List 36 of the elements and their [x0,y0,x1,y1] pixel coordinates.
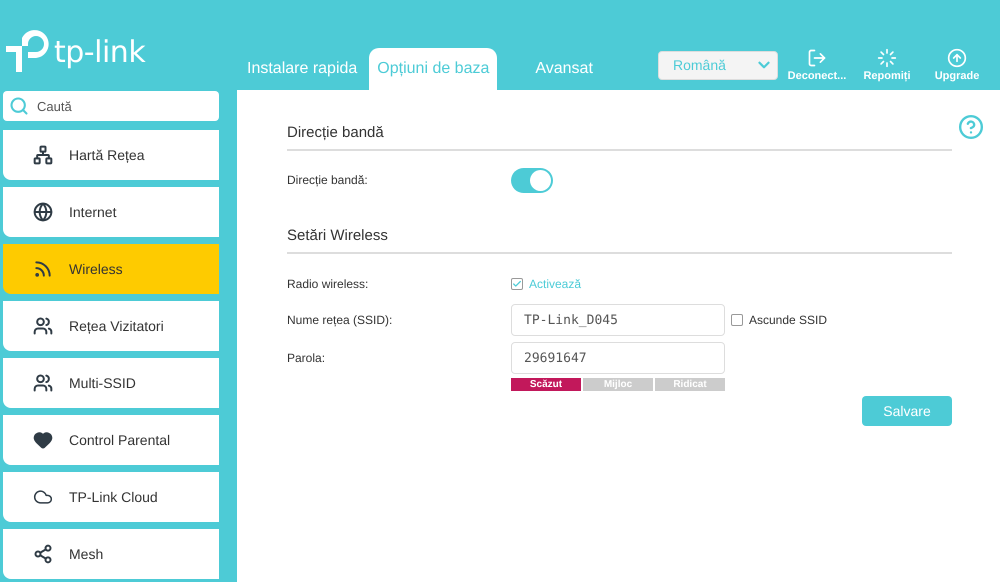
checkbox[interactable] [511,278,523,290]
spinner-icon [877,48,897,68]
users-icon [33,316,53,336]
network-icon [33,145,53,165]
globe-icon [33,202,53,222]
search-icon [9,96,29,116]
field-label: Nume rețea (SSID): [287,313,394,327]
field-label: Parola: [287,351,326,365]
password-field[interactable]: 29691647 [511,342,725,374]
signal-icon [33,259,53,279]
checkbox[interactable] [731,314,743,326]
heart-icon [33,430,53,450]
ssid-field[interactable]: TP-Link_D045 [511,304,725,336]
section-title: Setări Wireless [287,215,952,254]
field-label: Radio wireless: [287,277,370,291]
sidebar-item[interactable]: Hartă Rețea [3,130,219,180]
option-label: Activează [529,277,582,291]
sidebar-item[interactable]: Control Parental [3,415,219,465]
sidebar-item[interactable]: Mesh [3,529,219,579]
search-field[interactable]: Caută [3,91,219,121]
mesh-icon [33,544,53,564]
sidebar-item[interactable]: Wireless [3,244,219,294]
users-icon [33,373,53,393]
sidebar-item[interactable]: Multi-SSID [3,358,219,408]
sidebar-item[interactable]: Internet [3,187,219,237]
option-label: Ascunde SSID [749,313,828,327]
logout-icon [807,48,827,68]
section-title: Direcție bandă [287,112,952,151]
logo-text: tp-link [54,34,146,70]
upload-icon [947,48,967,68]
strength-segment: Scăzut [511,378,581,391]
sidebar-item[interactable]: Rețea Vizitatori [3,301,219,351]
sidebar-item[interactable]: TP-Link Cloud [3,472,219,522]
field-label: Direcție bandă: [287,173,369,187]
toggle-switch[interactable] [511,168,553,192]
help-icon[interactable] [958,114,984,140]
